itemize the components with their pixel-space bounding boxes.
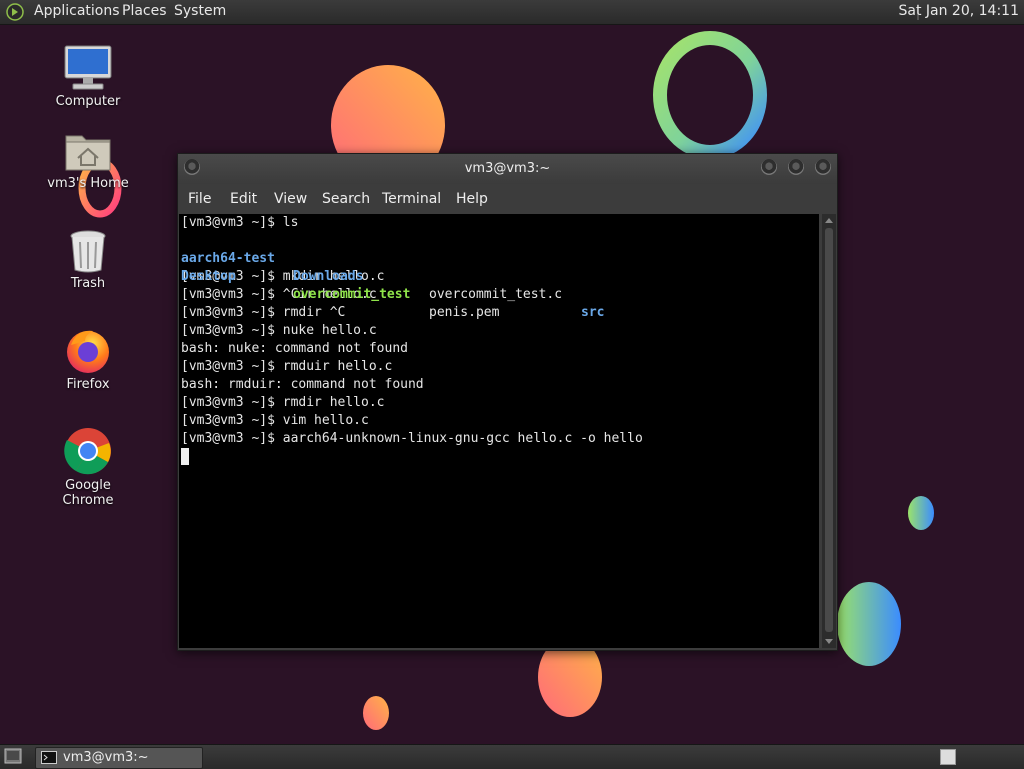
computer-icon xyxy=(64,45,112,90)
system-menu[interactable]: System xyxy=(174,3,226,19)
clock[interactable]: Sat Jan 20, 14:11 xyxy=(899,3,1020,19)
terminal-scrollbar[interactable] xyxy=(822,214,836,648)
terminal-line: [vm3@vm3 ~]$ aarch64-unknown-linux-gnu-g… xyxy=(181,431,643,446)
desktop-icon-label: Trash xyxy=(70,276,106,291)
terminal-output[interactable]: [vm3@vm3 ~]$ ls aarch64-test Downloads o… xyxy=(179,214,819,648)
scroll-up-arrow-icon[interactable] xyxy=(825,218,833,223)
terminal-line: [vm3@vm3 ~]$ rmdir hello.c xyxy=(181,395,385,410)
desktop-icon-label: vm3's Home xyxy=(47,176,129,191)
top-panel: Applications Places System Sat Jan 20, 1… xyxy=(0,0,1024,25)
terminal-line: [vm3@vm3 ~]$ mkdir hello.c xyxy=(181,269,385,284)
trash-icon xyxy=(70,230,106,273)
maximize-button[interactable] xyxy=(788,159,804,175)
bottom-panel: vm3@vm3:~ xyxy=(0,744,1024,769)
ls-entry: Downloads xyxy=(293,269,364,284)
firefox-icon xyxy=(67,330,109,373)
places-menu[interactable]: Places xyxy=(122,3,167,19)
desktop-icon-computer[interactable]: Computer xyxy=(38,44,138,109)
terminal-icon xyxy=(41,751,57,764)
taskbar-button-terminal[interactable]: vm3@vm3:~ xyxy=(35,747,203,769)
ls-entry: src xyxy=(581,305,605,320)
scrollbar-thumb[interactable] xyxy=(825,228,833,632)
workspace-switcher-icon[interactable] xyxy=(940,749,956,765)
window-titlebar[interactable]: vm3@vm3:~ xyxy=(178,154,837,184)
menu-edit[interactable]: Edit xyxy=(230,191,257,207)
ls-entry: overcommit_test.c xyxy=(429,287,563,302)
terminal-line: bash: nuke: command not found xyxy=(181,341,408,356)
home-folder-icon xyxy=(65,135,111,171)
terminal-menubar: File Edit View Search Terminal Help xyxy=(178,185,837,213)
ls-entry: overcommit_test xyxy=(293,287,411,302)
text-cursor xyxy=(181,448,189,465)
terminal-line: [vm3@vm3 ~]$ rmduir hello.c xyxy=(181,359,393,374)
window-title: vm3@vm3:~ xyxy=(464,161,551,176)
menu-file[interactable]: File xyxy=(188,191,211,207)
menu-search[interactable]: Search xyxy=(322,191,370,207)
distro-logo-icon[interactable] xyxy=(6,3,24,21)
menu-help[interactable]: Help xyxy=(456,191,488,207)
menu-view[interactable]: View xyxy=(274,191,307,207)
applications-menu[interactable]: Applications xyxy=(34,3,120,19)
desktop-icon-home[interactable]: vm3's Home xyxy=(38,128,138,191)
show-desktop-icon[interactable] xyxy=(4,748,22,764)
close-button[interactable] xyxy=(815,159,831,175)
minimize-button[interactable] xyxy=(761,159,777,175)
ls-output-row: aarch64-test Downloads overcommit_test.c… xyxy=(179,232,819,320)
taskbar-button-label: vm3@vm3:~ xyxy=(63,750,149,765)
ls-entry: Desktop xyxy=(181,269,236,284)
terminal-window[interactable]: vm3@vm3:~ File Edit View Search Terminal… xyxy=(177,153,838,651)
terminal-line: [vm3@vm3 ~]$ vim hello.c xyxy=(181,413,369,428)
ls-output-row: Desktop overcommit_test penis.pem xyxy=(179,250,819,320)
ls-entry: penis.pem xyxy=(429,305,500,320)
menu-terminal[interactable]: Terminal xyxy=(382,191,441,207)
terminal-line: [vm3@vm3 ~]$ ls xyxy=(181,215,299,230)
terminal-line: bash: rmduir: command not found xyxy=(181,377,424,392)
chrome-icon xyxy=(64,428,111,475)
desktop-icon-firefox[interactable]: Firefox xyxy=(38,325,138,392)
terminal-line: [vm3@vm3 ~]$ nuke hello.c xyxy=(181,323,377,338)
desktop-icon-trash[interactable]: Trash xyxy=(38,228,138,291)
desktop-icon-label: Computer xyxy=(55,94,121,109)
scroll-down-arrow-icon[interactable] xyxy=(825,639,833,644)
prompt-line xyxy=(179,448,819,466)
desktop-icon-chrome[interactable]: Google Chrome xyxy=(38,426,138,508)
desktop-icon-label: Firefox xyxy=(66,377,110,392)
desktop-icon-label: Google Chrome xyxy=(62,478,114,508)
